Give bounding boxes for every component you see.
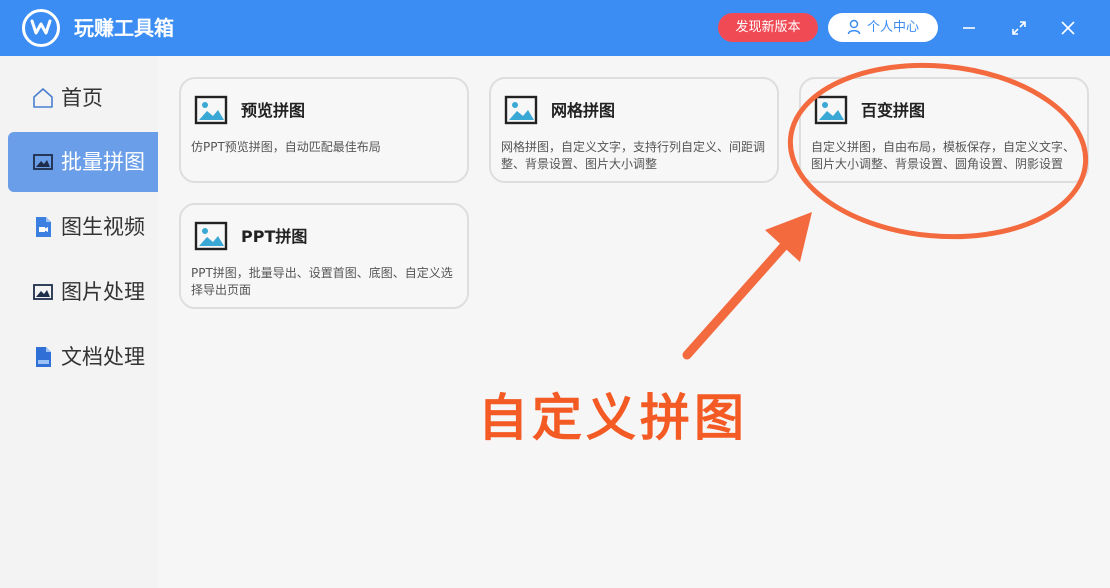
card-title: PPT拼图 bbox=[241, 227, 308, 246]
sidebar: 首页 批量拼图 图生视频 图片处理 文档处理 bbox=[0, 56, 158, 588]
annotation-text: 自定义拼图 bbox=[478, 389, 748, 447]
picture-icon bbox=[194, 95, 228, 125]
card-description: PPT拼图，批量导出、设置首图、底图、自定义选择导出页面 bbox=[191, 266, 453, 297]
picture-icon bbox=[194, 221, 228, 251]
card-versatile-collage[interactable]: 百变拼图 自定义拼图，自由布局，模板保存，自定义文字、图片大小调整、背景设置、圆… bbox=[799, 77, 1089, 183]
card-title: 百变拼图 bbox=[861, 101, 926, 120]
sidebar-item-image-to-video[interactable]: 图生视频 bbox=[8, 197, 158, 257]
sidebar-item-document-processing[interactable]: 文档处理 bbox=[8, 327, 158, 387]
card-description: 网格拼图，自定义文字，支持行列自定义、间距调整、背景设置、图片大小调整 bbox=[501, 140, 766, 171]
doc-file-icon bbox=[36, 347, 51, 367]
card-preview-collage[interactable]: 预览拼图 仿PPT预览拼图，自动匹配最佳布局 bbox=[179, 77, 469, 183]
main-content: 预览拼图 仿PPT预览拼图，自动匹配最佳布局 网格拼图 网格拼图，自定义文字，支… bbox=[158, 56, 1110, 588]
app-title: 玩赚工具箱 bbox=[74, 16, 174, 40]
card-description: 自定义拼图，自由布局，模板保存，自定义文字、图片大小调整、背景设置、圆角设置、阴… bbox=[811, 140, 1076, 171]
minimize-icon[interactable] bbox=[957, 16, 981, 40]
sidebar-item-batch-collage[interactable]: 批量拼图 bbox=[8, 132, 158, 192]
card-grid-collage[interactable]: 网格拼图 网格拼图，自定义文字，支持行列自定义、间距调整、背景设置、图片大小调整 bbox=[489, 77, 779, 183]
video-file-icon bbox=[36, 217, 51, 237]
sidebar-item-label: 首页 bbox=[61, 86, 103, 110]
close-icon[interactable] bbox=[1056, 16, 1080, 40]
sidebar-item-label: 批量拼图 bbox=[61, 150, 145, 174]
card-ppt-collage[interactable]: PPT拼图 PPT拼图，批量导出、设置首图、底图、自定义选择导出页面 bbox=[179, 203, 469, 309]
home-icon bbox=[33, 88, 53, 108]
image-icon bbox=[33, 284, 53, 300]
maximize-icon[interactable] bbox=[1007, 16, 1031, 40]
image-icon bbox=[33, 154, 53, 170]
sidebar-item-label: 图片处理 bbox=[61, 280, 145, 304]
title-bar: 玩赚工具箱 发现新版本 个人中心 bbox=[0, 0, 1110, 56]
picture-icon bbox=[814, 95, 848, 125]
user-center-label: 个人中心 bbox=[866, 20, 919, 35]
sidebar-item-label: 图生视频 bbox=[61, 215, 145, 239]
card-title: 网格拼图 bbox=[551, 101, 616, 120]
sidebar-item-home[interactable]: 首页 bbox=[8, 68, 158, 128]
picture-icon bbox=[504, 95, 538, 125]
sidebar-item-label: 文档处理 bbox=[61, 345, 145, 369]
user-icon bbox=[847, 19, 861, 34]
new-version-button[interactable]: 发现新版本 bbox=[718, 13, 818, 42]
logo-icon bbox=[22, 9, 60, 47]
card-description: 仿PPT预览拼图，自动匹配最佳布局 bbox=[191, 140, 381, 154]
sidebar-item-image-processing[interactable]: 图片处理 bbox=[8, 262, 158, 322]
card-title: 预览拼图 bbox=[241, 101, 306, 120]
user-center-button[interactable]: 个人中心 bbox=[828, 13, 938, 42]
